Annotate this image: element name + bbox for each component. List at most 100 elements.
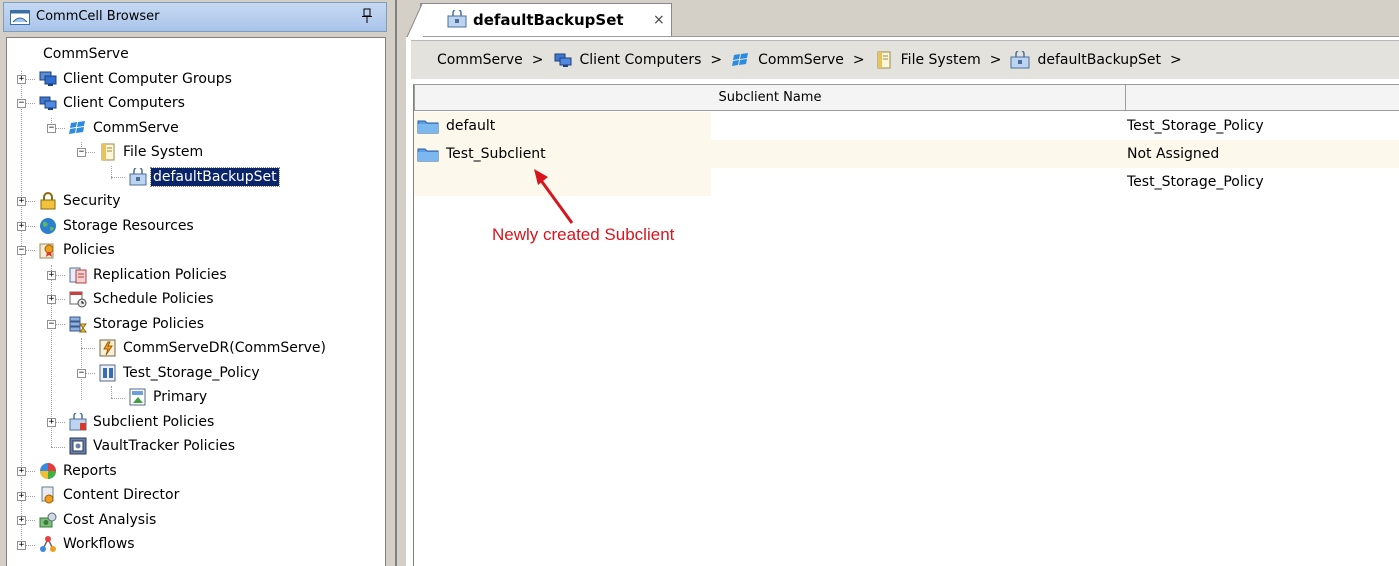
expand-toggle[interactable]: + (17, 541, 26, 550)
tree-item-label: defaultBackupSet (150, 167, 280, 187)
tree-item-replication-policies[interactable]: Replication Policies (69, 264, 229, 286)
tree-item-storage-resources[interactable]: Storage Resources (39, 215, 196, 237)
file-system-icon (877, 51, 891, 69)
tree-item-client-computer-groups[interactable]: Client Computer Groups (39, 68, 234, 90)
backup-set-icon (129, 168, 147, 186)
breadcrumb-item[interactable]: defaultBackupSet (1037, 52, 1161, 68)
tree-item-security[interactable]: Security (39, 190, 123, 212)
pane-splitter[interactable] (392, 0, 406, 566)
tree-item-vaulttracker-policies[interactable]: VaultTracker Policies (69, 435, 237, 457)
tree-item-label: Storage Policies (93, 316, 205, 332)
tree-item-test-storage-policy[interactable]: Test_Storage_Policy (99, 362, 262, 384)
subclient-name: Test_Subclient (446, 146, 546, 162)
content-pane: defaultBackupSet × CommServe > Client Co… (406, 0, 1399, 566)
collapse-toggle[interactable]: − (17, 246, 26, 255)
tree-item-label: VaultTracker Policies (93, 438, 236, 454)
table-header: Subclient Name (414, 84, 1399, 112)
calendar-clock-icon (69, 291, 87, 308)
close-icon[interactable]: × (653, 12, 665, 28)
tree-item-content-director[interactable]: Content Director (39, 484, 181, 506)
tree-item-client-computers[interactable]: Client Computers (39, 92, 187, 114)
browser-window-icon (10, 10, 30, 25)
tree-item-label: Client Computers (63, 95, 185, 111)
tree-item-policies[interactable]: Policies (39, 239, 117, 261)
collapse-toggle[interactable]: − (77, 148, 86, 157)
tree-item-label: Reports (63, 463, 117, 479)
table-row[interactable]: default Test_Storage_Policy (414, 112, 1399, 140)
breadcrumb-item[interactable]: Client Computers (580, 52, 702, 68)
tree-item-cost-analysis[interactable]: Cost Analysis (39, 509, 158, 531)
tree-item-commserve-dr[interactable]: CommServeDR(CommServe) (99, 337, 328, 359)
breadcrumb-separator: > (989, 52, 1002, 68)
breadcrumb-separator: > (710, 52, 723, 68)
tree-item-file-system[interactable]: File System (99, 141, 205, 163)
tab-title: defaultBackupSet (473, 11, 624, 29)
tree-item-label: Storage Resources (63, 218, 194, 234)
expand-toggle[interactable]: + (47, 295, 56, 304)
breadcrumb-item[interactable]: CommServe (437, 52, 523, 68)
policy-ribbon-icon (39, 243, 54, 259)
subclient-policy-icon (69, 413, 87, 431)
tree-item-label: CommServe (93, 120, 179, 136)
vault-icon (69, 437, 87, 455)
breadcrumb-item[interactable]: CommServe (758, 52, 844, 68)
tree-item-label: Client Computer Groups (63, 71, 232, 87)
tree-item-label: Security (63, 193, 121, 209)
computers-icon (39, 96, 57, 110)
tree-item-schedule-policies[interactable]: Schedule Policies (69, 288, 216, 310)
expand-toggle[interactable]: + (17, 75, 26, 84)
replication-policy-icon (69, 267, 87, 284)
folder-icon (417, 120, 439, 134)
tree-item-primary[interactable]: Primary (129, 386, 209, 408)
tree-item-default-backup-set[interactable]: defaultBackupSet (129, 166, 280, 188)
computer-group-icon (39, 71, 57, 86)
expand-toggle[interactable]: + (17, 516, 26, 525)
storage-policy-icon (69, 316, 87, 333)
table-row[interactable]: Test_Subclient Not Assigned (414, 140, 1399, 168)
breadcrumb-separator: > (852, 52, 865, 68)
breadcrumb-separator: > (1170, 52, 1182, 68)
computers-icon (554, 53, 572, 67)
tree-item-commserve-root[interactable]: CommServe (41, 43, 131, 65)
backup-set-icon (1010, 51, 1030, 69)
expand-toggle[interactable]: + (17, 492, 26, 501)
expand-toggle[interactable]: + (17, 197, 26, 206)
breadcrumb-item[interactable]: File System (901, 52, 981, 68)
collapse-toggle[interactable]: − (47, 124, 56, 133)
tab-edge (407, 4, 423, 37)
tab-strip: defaultBackupSet × (406, 0, 1399, 37)
tree-item-workflows[interactable]: Workflows (39, 533, 137, 555)
pane-title: CommCell Browser (36, 9, 160, 24)
tree-item-label: Content Director (63, 487, 180, 503)
tree-item-storage-policies[interactable]: Storage Policies (69, 313, 206, 335)
expand-toggle[interactable]: + (47, 271, 56, 280)
lock-icon (40, 192, 56, 210)
column-header-subclient-name[interactable]: Subclient Name (414, 84, 1126, 111)
tab-default-backup-set[interactable]: defaultBackupSet × (407, 3, 672, 37)
dr-policy-icon (99, 339, 116, 357)
windows-logo-icon (69, 121, 85, 134)
storage-policy-value: Test_Storage_Policy (1127, 174, 1264, 190)
expand-toggle[interactable]: + (47, 418, 56, 427)
breadcrumb-separator: > (531, 52, 544, 68)
commcell-browser-header: CommCell Browser (3, 2, 387, 32)
workflow-icon (40, 536, 56, 552)
annotation-label: Newly created Subclient (492, 225, 675, 244)
tree-item-reports[interactable]: Reports (39, 460, 119, 482)
commcell-browser-pane: CommCell Browser + − − − + + − + + − − +… (0, 0, 392, 566)
collapse-toggle[interactable]: − (77, 369, 86, 378)
storage-policy-copy-icon (99, 364, 116, 382)
tree-item-label: Replication Policies (93, 267, 227, 283)
tree-item-subclient-policies[interactable]: Subclient Policies (69, 411, 216, 433)
tree-item-commserve-client[interactable]: CommServe (69, 117, 181, 139)
tree-item-label: CommServe (43, 46, 129, 62)
expand-toggle[interactable]: + (17, 222, 26, 231)
globe-icon (40, 218, 56, 234)
expand-toggle[interactable]: + (17, 467, 26, 476)
collapse-toggle[interactable]: − (17, 99, 26, 108)
subclient-table: Subclient Name default Test_Storage_Poli… (413, 84, 1399, 566)
column-header-storage-policy[interactable] (1125, 84, 1399, 111)
collapse-toggle[interactable]: − (47, 320, 56, 329)
storage-policy-value: Not Assigned (1127, 146, 1220, 162)
pin-icon[interactable] (362, 8, 372, 24)
